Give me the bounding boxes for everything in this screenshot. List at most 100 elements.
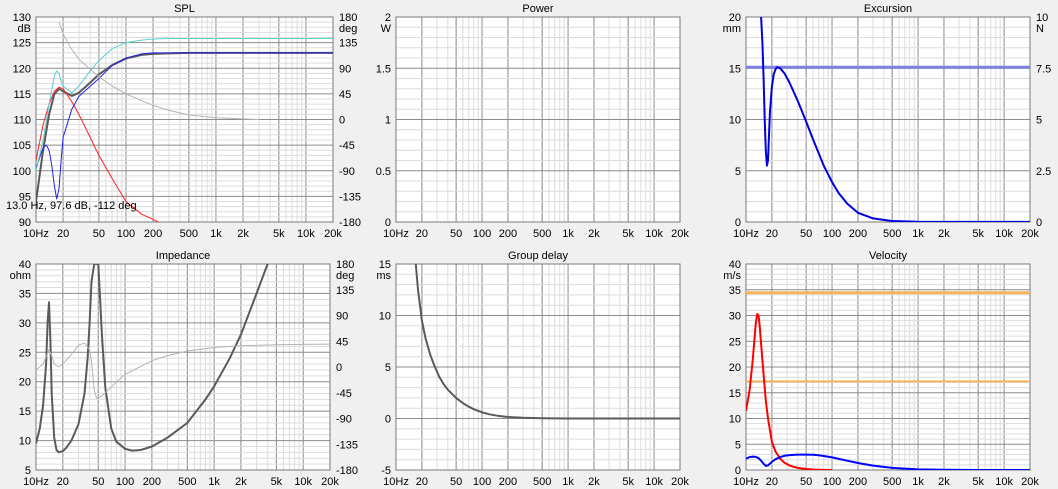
y2-tick-label: -135 (336, 439, 358, 451)
y2-tick-label: 45 (339, 89, 351, 101)
grid (745, 16, 1031, 223)
y-unit-label: W (381, 23, 392, 35)
y-tick-label: 125 (13, 38, 31, 50)
grid (35, 16, 334, 223)
x-tick-label: 20k (671, 476, 689, 488)
x-tick-label: 100 (823, 476, 841, 488)
x-tick-label: 100 (473, 476, 491, 488)
chart-velocity: Velocity 10Hz 20 50 100 200 500 1k 2k 5k 10k 20k 0 5 1… (723, 250, 1039, 488)
x-tick-label: 10Hz (733, 476, 759, 488)
x-tick-label: 200 (499, 228, 517, 240)
x-tick-label: 200 (499, 476, 517, 488)
y2-unit-label: deg (336, 270, 354, 282)
y2-tick-label: -90 (336, 414, 352, 426)
x-tick-label: 500 (533, 228, 551, 240)
x-tick-label: 5k (972, 476, 984, 488)
chart-group-delay: Group delay10Hz 20 50 100 200 500 1k 2k 5k 10k 20k… (376, 250, 689, 488)
y2-tick-label: 7.5 (1036, 63, 1051, 75)
y2-tick-label: -45 (339, 140, 355, 152)
x-tick-label: 1k (562, 476, 574, 488)
y-tick-label: 15 (729, 63, 741, 75)
chart-title: Velocity (869, 250, 907, 262)
y-unit-label: ohm (10, 270, 31, 282)
y2-tick-label: 0 (336, 362, 342, 374)
y-tick-label: 15 (19, 406, 31, 418)
y-tick-label: 10 (379, 311, 391, 323)
y2-tick-label: -180 (336, 465, 358, 477)
y-tick-label: 115 (13, 89, 31, 101)
y-tick-label: 10 (729, 414, 741, 426)
x-tick-label: 100 (823, 228, 841, 240)
x-tick-label: 5k (273, 228, 285, 240)
y-tick-label: 20 (729, 362, 741, 374)
x-tick-label: 10Hz (733, 228, 759, 240)
y-tick-label: 5 (735, 166, 741, 178)
x-tick-label: 20k (324, 228, 342, 240)
x-tick-label: 10Hz (23, 476, 49, 488)
y-unit-label: mm (723, 23, 741, 35)
x-tick-label: 10k (294, 476, 312, 488)
x-tick-label: 50 (93, 228, 105, 240)
x-tick-label: 20 (57, 228, 69, 240)
x-tick-label: 10Hz (383, 476, 409, 488)
y-tick-label: 10 (729, 115, 741, 127)
x-tick-label: 20 (416, 228, 428, 240)
y-tick-label: 100 (13, 166, 31, 178)
y2-tick-label: 90 (336, 311, 348, 323)
y2-tick-label: -45 (336, 388, 352, 400)
x-tick-label: 500 (178, 476, 196, 488)
y2-tick-label: 0 (1036, 217, 1042, 229)
y-tick-label: 15 (729, 388, 741, 400)
y-tick-label: 0.5 (376, 166, 391, 178)
y-tick-label: 30 (19, 318, 31, 330)
y-tick-label: 0 (385, 217, 391, 229)
y2-tick-label: 5 (1036, 115, 1042, 127)
x-tick-label: 500 (883, 476, 901, 488)
x-tick-label: 50 (450, 228, 462, 240)
y-tick-label: 0 (735, 465, 741, 477)
y2-tick-label: -90 (339, 166, 355, 178)
y-tick-label: 35 (19, 288, 31, 300)
x-tick-label: 20k (321, 476, 339, 488)
y-tick-label: 105 (13, 140, 31, 152)
y-tick-label: -5 (381, 465, 391, 477)
x-tick-label: 200 (849, 476, 867, 488)
y-tick-label: 25 (729, 336, 741, 348)
x-tick-label: 10Hz (383, 228, 409, 240)
x-tick-label: 10k (995, 228, 1013, 240)
y2-tick-label: 45 (336, 336, 348, 348)
x-tick-label: 1k (210, 228, 222, 240)
x-tick-label: 1k (562, 228, 574, 240)
x-tick-label: 500 (533, 476, 551, 488)
x-tick-label: 2k (237, 228, 249, 240)
y-tick-label: 30 (729, 311, 741, 323)
x-tick-label: 1k (912, 228, 924, 240)
grid (745, 263, 1031, 471)
x-tick-label: 2k (938, 476, 950, 488)
x-tick-label: 1k (208, 476, 220, 488)
x-tick-label: 2k (588, 476, 600, 488)
y-tick-label: 90 (19, 217, 31, 229)
y-unit-label: ms (376, 270, 391, 282)
x-tick-label: 50 (92, 476, 104, 488)
y-tick-label: 5 (25, 465, 31, 477)
chart-title: Group delay (508, 250, 568, 262)
charts-canvas: SPL10Hz 20 50 100 200 500 1k 2k 5k 10k 20k90951001… (6, 3, 1051, 488)
plot-area (35, 263, 331, 471)
y2-tick-label: 2.5 (1036, 166, 1051, 178)
x-tick-label: 1k (912, 476, 924, 488)
cursor-readout: 13.0 Hz, 97.6 dB, -112 deg (6, 200, 137, 212)
x-tick-label: 50 (800, 228, 812, 240)
x-tick-label: 10k (995, 476, 1013, 488)
x-tick-label: 200 (144, 228, 162, 240)
x-tick-label: 500 (883, 228, 901, 240)
y-tick-label: 20 (19, 377, 31, 389)
y-tick-label: 110 (13, 115, 31, 127)
y-tick-label: 1.5 (376, 63, 391, 75)
x-tick-label: 2k (235, 476, 247, 488)
x-tick-label: 5k (622, 476, 634, 488)
x-tick-label: 500 (180, 228, 198, 240)
y-tick-label: 120 (13, 63, 31, 75)
x-tick-label: 2k (588, 228, 600, 240)
chart-title: Impedance (156, 250, 210, 262)
